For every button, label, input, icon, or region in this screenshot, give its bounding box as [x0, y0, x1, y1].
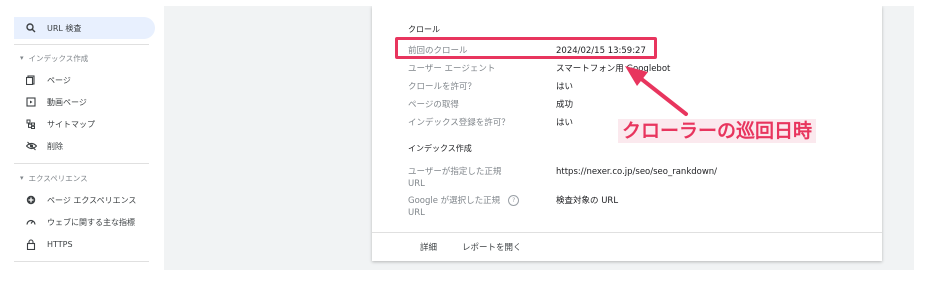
annotation-label: クローラーの巡回日時: [618, 119, 817, 143]
